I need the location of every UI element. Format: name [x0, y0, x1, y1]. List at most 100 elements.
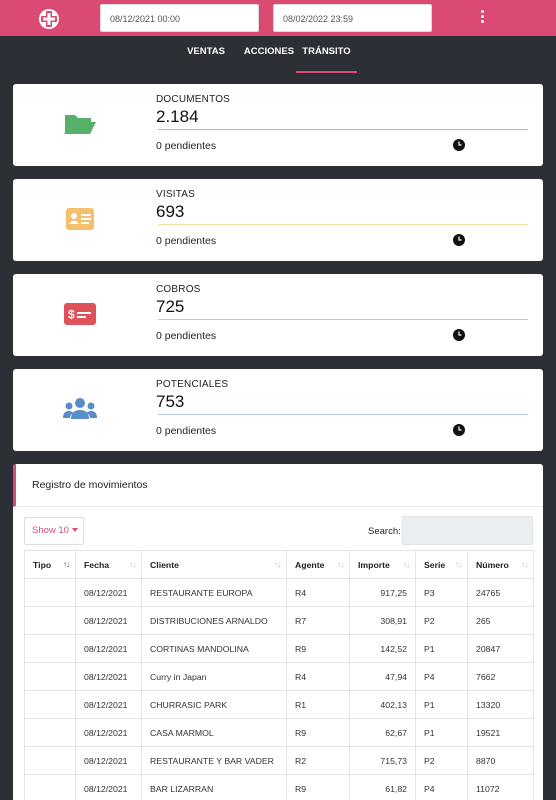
table-cell-tipo — [24, 774, 76, 800]
table-header-row: Tipo ↑↓ Fecha ↑↓ Cliente ↑↓ Agente ↑↓ Importe ↑↓ S… — [24, 550, 534, 579]
clock-icon — [453, 329, 465, 341]
sort-icon: ↑↓ — [521, 560, 528, 569]
table-cell-agente: R9 — [286, 634, 350, 663]
table-cell-tipo — [24, 634, 76, 663]
column-header-tipo[interactable]: Tipo ↑↓ — [24, 550, 76, 579]
table-body: 08/12/2021 RESTAURANTE EUROPA R4 917,25 P3 24… — [24, 578, 534, 800]
table-cell-importe: 715,73 — [349, 746, 416, 775]
movements-table: Tipo ↑↓ Fecha ↑↓ Cliente ↑↓ Agente ↑↓ Importe ↑↓ S… — [24, 550, 534, 800]
date-from-input[interactable]: 08/12/2021 00:00 — [100, 4, 259, 32]
table-cell-serie: P4 — [415, 662, 468, 691]
table-cell-agente: R9 — [286, 774, 350, 800]
column-header-número[interactable]: Número ↑↓ — [467, 550, 534, 579]
table-cell-número: 11072 — [467, 774, 534, 800]
table-cell-cliente: Curry in Japan — [141, 662, 287, 691]
date-to-input[interactable]: 08/02/2022 23:59 — [273, 4, 432, 32]
column-header-fecha[interactable]: Fecha ↑↓ — [75, 550, 142, 579]
table-cell-cliente: DISTRIBUCIONES ARNALDO — [141, 606, 287, 635]
column-header-agente[interactable]: Agente ↑↓ — [286, 550, 350, 579]
sort-icon: ↑↓ — [63, 560, 70, 569]
card-visitas[interactable]: VISITAS 693 0 pendientes — [13, 179, 543, 261]
card-divider — [158, 129, 528, 130]
table-cell-importe: 308,91 — [349, 606, 416, 635]
table-cell-importe: 61,82 — [349, 774, 416, 800]
panel-title: Registro de movimientos — [32, 479, 148, 491]
tab-bar: VENTAS ACCIONES TRÁNSITO — [0, 36, 556, 74]
card-pending: 0 pendientes — [156, 235, 217, 247]
table-row[interactable]: 08/12/2021 DISTRIBUCIONES ARNALDO R7 308,91… — [24, 606, 534, 635]
table-cell-agente: R4 — [286, 578, 350, 607]
card-divider — [158, 414, 528, 415]
column-header-label: Importe — [358, 559, 390, 570]
table-cell-serie: P4 — [415, 774, 468, 800]
table-cell-cliente: CASA MARMOL — [141, 718, 287, 747]
table-row[interactable]: 08/12/2021 CORTINAS MANDOLINA R9 142,52 P1 20… — [24, 634, 534, 663]
card-documentos[interactable]: DOCUMENTOS 2.184 0 pendientes — [13, 84, 543, 166]
table-cell-número: 24765 — [467, 578, 534, 607]
show-entries-dropdown[interactable]: Show 10 — [24, 517, 84, 545]
caret-down-icon — [71, 528, 78, 532]
table-cell-número: 20847 — [467, 634, 534, 663]
column-header-label: Serie — [424, 559, 446, 570]
id-card-icon — [66, 208, 94, 230]
table-cell-serie: P2 — [415, 606, 468, 635]
table-cell-serie: P3 — [415, 578, 468, 607]
clock-icon — [453, 424, 465, 436]
table-row[interactable]: 08/12/2021 CHURRASIC PARK R1 402,13 P1 13320 — [24, 690, 534, 719]
card-pending: 0 pendientes — [156, 140, 217, 152]
card-pending: 0 pendientes — [156, 425, 217, 437]
table-cell-cliente: RESTAURANTE EUROPA — [141, 578, 287, 607]
table-cell-agente: R1 — [286, 690, 350, 719]
card-value: 725 — [156, 297, 185, 316]
table-cell-importe: 917,25 — [349, 578, 416, 607]
card-cobros[interactable]: $ COBROS 725 0 pendientes — [13, 274, 543, 356]
users-icon — [63, 398, 97, 419]
sort-icon: ↑↓ — [403, 560, 410, 569]
table-cell-importe: 47,94 — [349, 662, 416, 691]
table-cell-tipo — [24, 662, 76, 691]
card-title: COBROS — [156, 284, 201, 295]
table-cell-importe: 142,52 — [349, 634, 416, 663]
card-value: 2.184 — [156, 107, 199, 126]
card-title: DOCUMENTOS — [156, 94, 231, 105]
search-input[interactable] — [402, 516, 533, 545]
column-header-serie[interactable]: Serie ↑↓ — [415, 550, 468, 579]
column-header-label: Fecha — [84, 559, 110, 570]
search-label: Search: — [368, 526, 401, 537]
table-row[interactable]: 08/12/2021 Curry in Japan R4 47,94 P4 7662 — [24, 662, 534, 691]
table-row[interactable]: 08/12/2021 RESTAURANTE EUROPA R4 917,25 P3 24… — [24, 578, 534, 607]
column-header-importe[interactable]: Importe ↑↓ — [349, 550, 416, 579]
column-header-label: Tipo — [33, 559, 52, 570]
table-cell-serie: P1 — [415, 634, 468, 663]
table-row[interactable]: 08/12/2021 BAR LIZARRAN R9 61,82 P4 11072 — [24, 774, 534, 800]
table-cell-importe: 402,13 — [349, 690, 416, 719]
table-row[interactable]: 08/12/2021 CASA MARMOL R9 62,67 P1 19521 — [24, 718, 534, 747]
table-cell-cliente: BAR LIZARRAN — [141, 774, 287, 800]
table-cell-agente: R9 — [286, 718, 350, 747]
sort-icon: ↑↓ — [455, 560, 462, 569]
card-value: 693 — [156, 202, 185, 221]
clock-icon — [453, 139, 465, 151]
top-bar: 08/12/2021 00:00 08/02/2022 23:59 — [0, 0, 556, 36]
tab-ventas[interactable]: VENTAS — [178, 36, 234, 74]
table-cell-número: 19521 — [467, 718, 534, 747]
table-cell-serie: P2 — [415, 746, 468, 775]
card-value: 753 — [156, 392, 185, 411]
kebab-menu-icon[interactable] — [476, 10, 488, 26]
tab-acciones[interactable]: ACCIONES — [238, 36, 300, 74]
table-cell-fecha: 08/12/2021 — [75, 662, 142, 691]
table-cell-fecha: 08/12/2021 — [75, 634, 142, 663]
tab-transito[interactable]: TRÁNSITO — [296, 36, 357, 74]
column-header-cliente[interactable]: Cliente ↑↓ — [141, 550, 287, 579]
column-header-label: Número — [476, 559, 509, 570]
column-header-label: Agente — [295, 559, 325, 570]
svg-text:$: $ — [68, 308, 75, 322]
table-cell-serie: P1 — [415, 690, 468, 719]
movements-panel: Registro de movimientos Show 10 Search: … — [13, 464, 543, 800]
table-cell-fecha: 08/12/2021 — [75, 774, 142, 800]
card-title: VISITAS — [156, 189, 196, 200]
table-row[interactable]: 08/12/2021 RESTAURANTE Y BAR VADER R2 715,7… — [24, 746, 534, 775]
card-pending: 0 pendientes — [156, 330, 217, 342]
app-logo-icon[interactable] — [38, 8, 60, 30]
card-potenciales[interactable]: POTENCIALES 753 0 pendientes — [13, 369, 543, 451]
